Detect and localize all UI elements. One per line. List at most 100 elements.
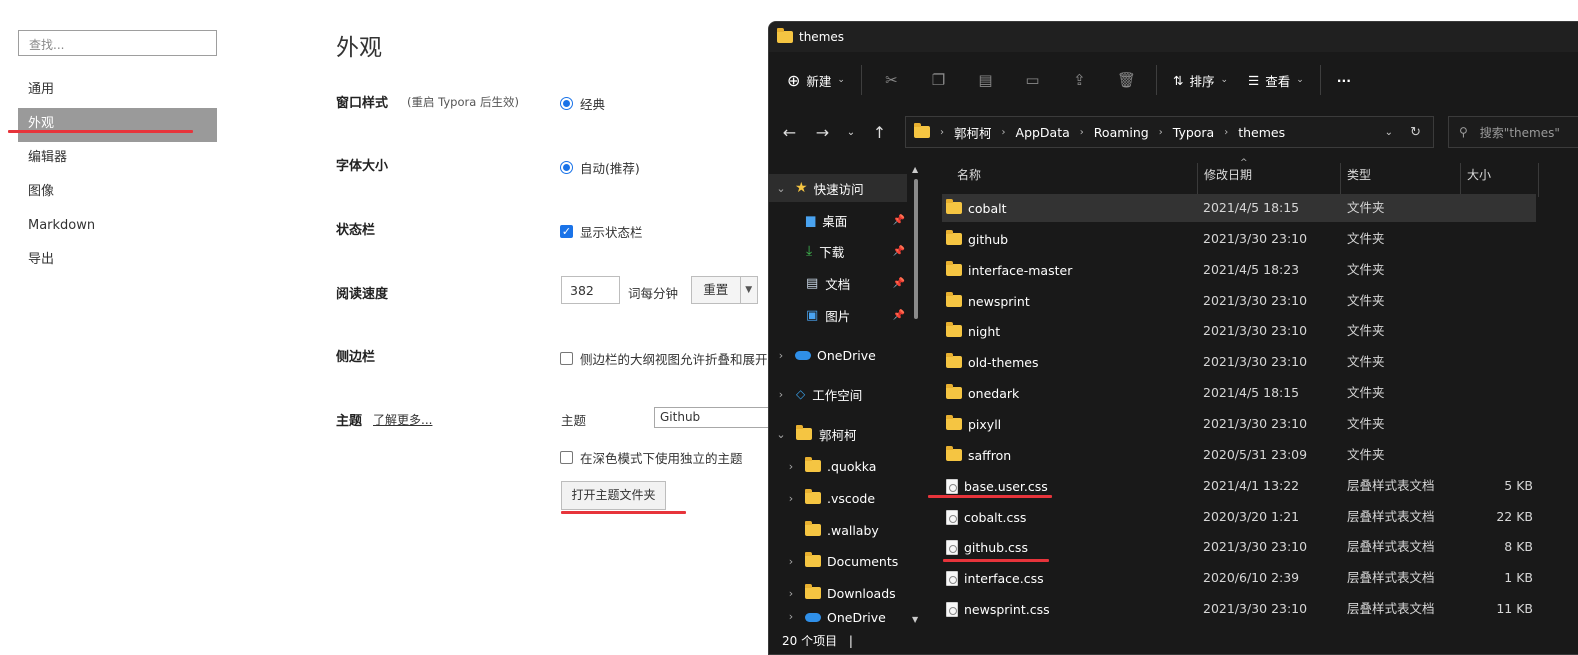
recent-locations-chevron-icon[interactable]: ⌄ bbox=[839, 127, 863, 138]
nav-pictures[interactable]: ▣ 图片 📌 bbox=[769, 301, 907, 329]
scrollbar-thumb[interactable] bbox=[914, 179, 918, 319]
copy-icon[interactable]: ❐ bbox=[915, 60, 962, 100]
file-row[interactable]: interface.css 2020/6/10 2:39 层叠样式表文档 1 KB bbox=[942, 564, 1536, 592]
nav-item-markdown[interactable]: Markdown bbox=[18, 210, 217, 244]
nav-item-export[interactable]: 导出 bbox=[18, 244, 217, 278]
more-options-button[interactable]: ··· bbox=[1327, 60, 1361, 100]
file-type: 文件夹 bbox=[1347, 447, 1385, 462]
forward-arrow-icon[interactable]: → bbox=[806, 123, 839, 142]
chevron-down-icon[interactable]: ▼ bbox=[739, 277, 757, 303]
pin-icon[interactable]: 📌 bbox=[893, 215, 905, 226]
nav-pane-scrollbar[interactable]: ▲ ▼ bbox=[912, 165, 920, 629]
pin-icon[interactable]: 📌 bbox=[893, 246, 905, 257]
window-style-classic-radio[interactable]: 经典 bbox=[560, 94, 605, 113]
file-row[interactable]: cobalt.css 2020/3/20 1:21 层叠样式表文档 22 KB bbox=[942, 503, 1536, 531]
file-type: 文件夹 bbox=[1347, 293, 1385, 308]
up-arrow-icon[interactable]: ↑ bbox=[863, 123, 896, 142]
chevron-right-icon: › bbox=[778, 348, 784, 362]
nav-onedrive-folder[interactable]: › OneDrive bbox=[769, 610, 907, 628]
file-type: 文件夹 bbox=[1347, 385, 1385, 400]
dark-mode-theme-checkbox[interactable]: 在深色模式下使用独立的主题 bbox=[560, 448, 743, 467]
nav-desktop[interactable]: ▆ 桌面 📌 bbox=[769, 206, 907, 234]
nav-downloads[interactable]: ⤓ 下载 📌 bbox=[769, 237, 907, 265]
nav-item-image[interactable]: 图像 bbox=[18, 176, 217, 210]
folder-icon bbox=[805, 489, 821, 504]
cut-icon[interactable]: ✂ bbox=[868, 60, 915, 100]
view-button[interactable]: ☰ 查看 ⌄ bbox=[1238, 60, 1314, 100]
scroll-up-icon[interactable]: ▲ bbox=[912, 165, 918, 174]
column-date-modified[interactable]: 修改日期 bbox=[1198, 163, 1341, 197]
open-theme-folder-button[interactable]: 打开主题文件夹 bbox=[561, 481, 666, 510]
toolbar-divider bbox=[860, 65, 862, 95]
rename-icon[interactable]: ▭ bbox=[1009, 60, 1056, 100]
nav-workspace[interactable]: › ◇ 工作空间 bbox=[769, 380, 907, 408]
file-row[interactable]: pixyll 2021/3/30 23:10 文件夹 bbox=[942, 410, 1536, 438]
sidebar-outline-collapse-checkbox[interactable]: 侧边栏的大纲视图允许折叠和展开 bbox=[560, 349, 768, 368]
breadcrumb-item[interactable]: themes bbox=[1238, 125, 1285, 140]
nav-item-appearance[interactable]: 外观 bbox=[18, 108, 217, 142]
preferences-nav: 通用 外观 编辑器 图像 Markdown 导出 bbox=[18, 74, 217, 278]
chevron-right-icon: › bbox=[788, 554, 794, 568]
nav-quick-access[interactable]: ⌄ ★ 快速访问 bbox=[769, 174, 907, 202]
breadcrumb-item[interactable]: Roaming bbox=[1094, 125, 1149, 140]
star-icon: ★ bbox=[795, 180, 808, 196]
nav-downloads-folder[interactable]: › Downloads bbox=[769, 579, 907, 607]
show-status-bar-checkbox[interactable]: ✓ 显示状态栏 bbox=[560, 222, 643, 241]
file-date: 2020/5/31 23:09 bbox=[1203, 447, 1308, 462]
workspace-icon: ◇ bbox=[796, 387, 806, 401]
theme-field-label: 主题 bbox=[561, 413, 587, 428]
file-type: 层叠样式表文档 bbox=[1347, 509, 1435, 524]
file-row[interactable]: newsprint 2021/3/30 23:10 文件夹 bbox=[942, 287, 1536, 315]
file-row[interactable]: saffron 2020/5/31 23:09 文件夹 bbox=[942, 441, 1536, 469]
nav-vscode[interactable]: › .vscode bbox=[769, 484, 907, 512]
file-row[interactable]: newsprint.css 2021/3/30 23:10 层叠样式表文档 11 KB bbox=[942, 595, 1536, 623]
column-name[interactable]: 名称 bbox=[941, 163, 1198, 197]
reading-speed-input[interactable]: 382 bbox=[561, 276, 620, 304]
file-row[interactable]: onedark 2021/4/5 18:15 文件夹 bbox=[942, 379, 1536, 407]
theme-select[interactable]: Github bbox=[654, 407, 774, 428]
delete-icon[interactable]: 🗑 bbox=[1103, 60, 1150, 100]
back-arrow-icon[interactable]: ← bbox=[773, 123, 806, 142]
file-name-cell: newsprint.css bbox=[946, 595, 1050, 623]
address-bar[interactable]: › 郭柯柯 › AppData › Roaming › Typora › the… bbox=[905, 116, 1434, 148]
nav-item-editor[interactable]: 编辑器 bbox=[18, 142, 217, 176]
nav-wallaby[interactable]: .wallaby bbox=[769, 516, 907, 544]
breadcrumb-item[interactable]: Typora bbox=[1173, 125, 1214, 140]
pin-icon[interactable]: 📌 bbox=[893, 310, 905, 321]
file-row[interactable]: github.css 2021/3/30 23:10 层叠样式表文档 8 KB bbox=[942, 533, 1536, 561]
file-type: 文件夹 bbox=[1347, 262, 1385, 277]
nav-item-general[interactable]: 通用 bbox=[18, 74, 217, 108]
sort-button[interactable]: ⇅ 排序 ⌄ bbox=[1163, 60, 1238, 100]
nav-label: 文档 bbox=[825, 276, 851, 292]
nav-documents-folder[interactable]: › Documents bbox=[769, 547, 907, 575]
file-row[interactable]: night 2021/3/30 23:10 文件夹 bbox=[942, 317, 1536, 345]
share-icon[interactable]: ⇪ bbox=[1056, 60, 1103, 100]
explorer-search-input[interactable]: ⚲ 搜索"themes" bbox=[1448, 116, 1578, 148]
file-date: 2021/3/30 23:10 bbox=[1203, 539, 1308, 554]
breadcrumb-item[interactable]: AppData bbox=[1016, 125, 1070, 140]
reset-button[interactable]: 重置 ▼ bbox=[691, 276, 758, 304]
breadcrumb-item[interactable]: 郭柯柯 bbox=[954, 123, 992, 142]
nav-onedrive[interactable]: › OneDrive bbox=[769, 341, 907, 369]
preferences-search-input[interactable]: 查找... bbox=[18, 30, 217, 56]
file-row[interactable]: cobalt 2021/4/5 18:15 文件夹 bbox=[942, 194, 1536, 222]
nav-documents[interactable]: ▤ 文档 📌 bbox=[769, 269, 907, 297]
nav-user-folder[interactable]: ⌄ 郭柯柯 bbox=[769, 420, 907, 448]
nav-label: 桌面 bbox=[822, 213, 848, 229]
chevron-down-icon[interactable]: ⌄ bbox=[1385, 127, 1393, 138]
file-date: 2021/3/30 23:10 bbox=[1203, 354, 1308, 369]
learn-more-link[interactable]: 了解更多... bbox=[373, 411, 432, 428]
column-type[interactable]: 类型 bbox=[1341, 163, 1461, 197]
nav-label: 郭柯柯 bbox=[819, 427, 857, 443]
nav-quokka[interactable]: › .quokka bbox=[769, 452, 907, 480]
new-button[interactable]: ⊕ 新建 ⌄ bbox=[769, 60, 855, 100]
file-row[interactable]: interface-master 2021/4/5 18:23 文件夹 bbox=[942, 256, 1536, 284]
column-size[interactable]: 大小 bbox=[1461, 163, 1539, 197]
pin-icon[interactable]: 📌 bbox=[893, 278, 905, 289]
refresh-icon[interactable]: ↻ bbox=[1410, 125, 1421, 140]
file-row[interactable]: github 2021/3/30 23:10 文件夹 bbox=[942, 225, 1536, 253]
file-row[interactable]: old-themes 2021/3/30 23:10 文件夹 bbox=[942, 348, 1536, 376]
font-size-auto-radio[interactable]: 自动(推荐) bbox=[560, 158, 640, 177]
scroll-down-icon[interactable]: ▼ bbox=[912, 615, 918, 624]
paste-icon[interactable]: ▤ bbox=[962, 60, 1009, 100]
